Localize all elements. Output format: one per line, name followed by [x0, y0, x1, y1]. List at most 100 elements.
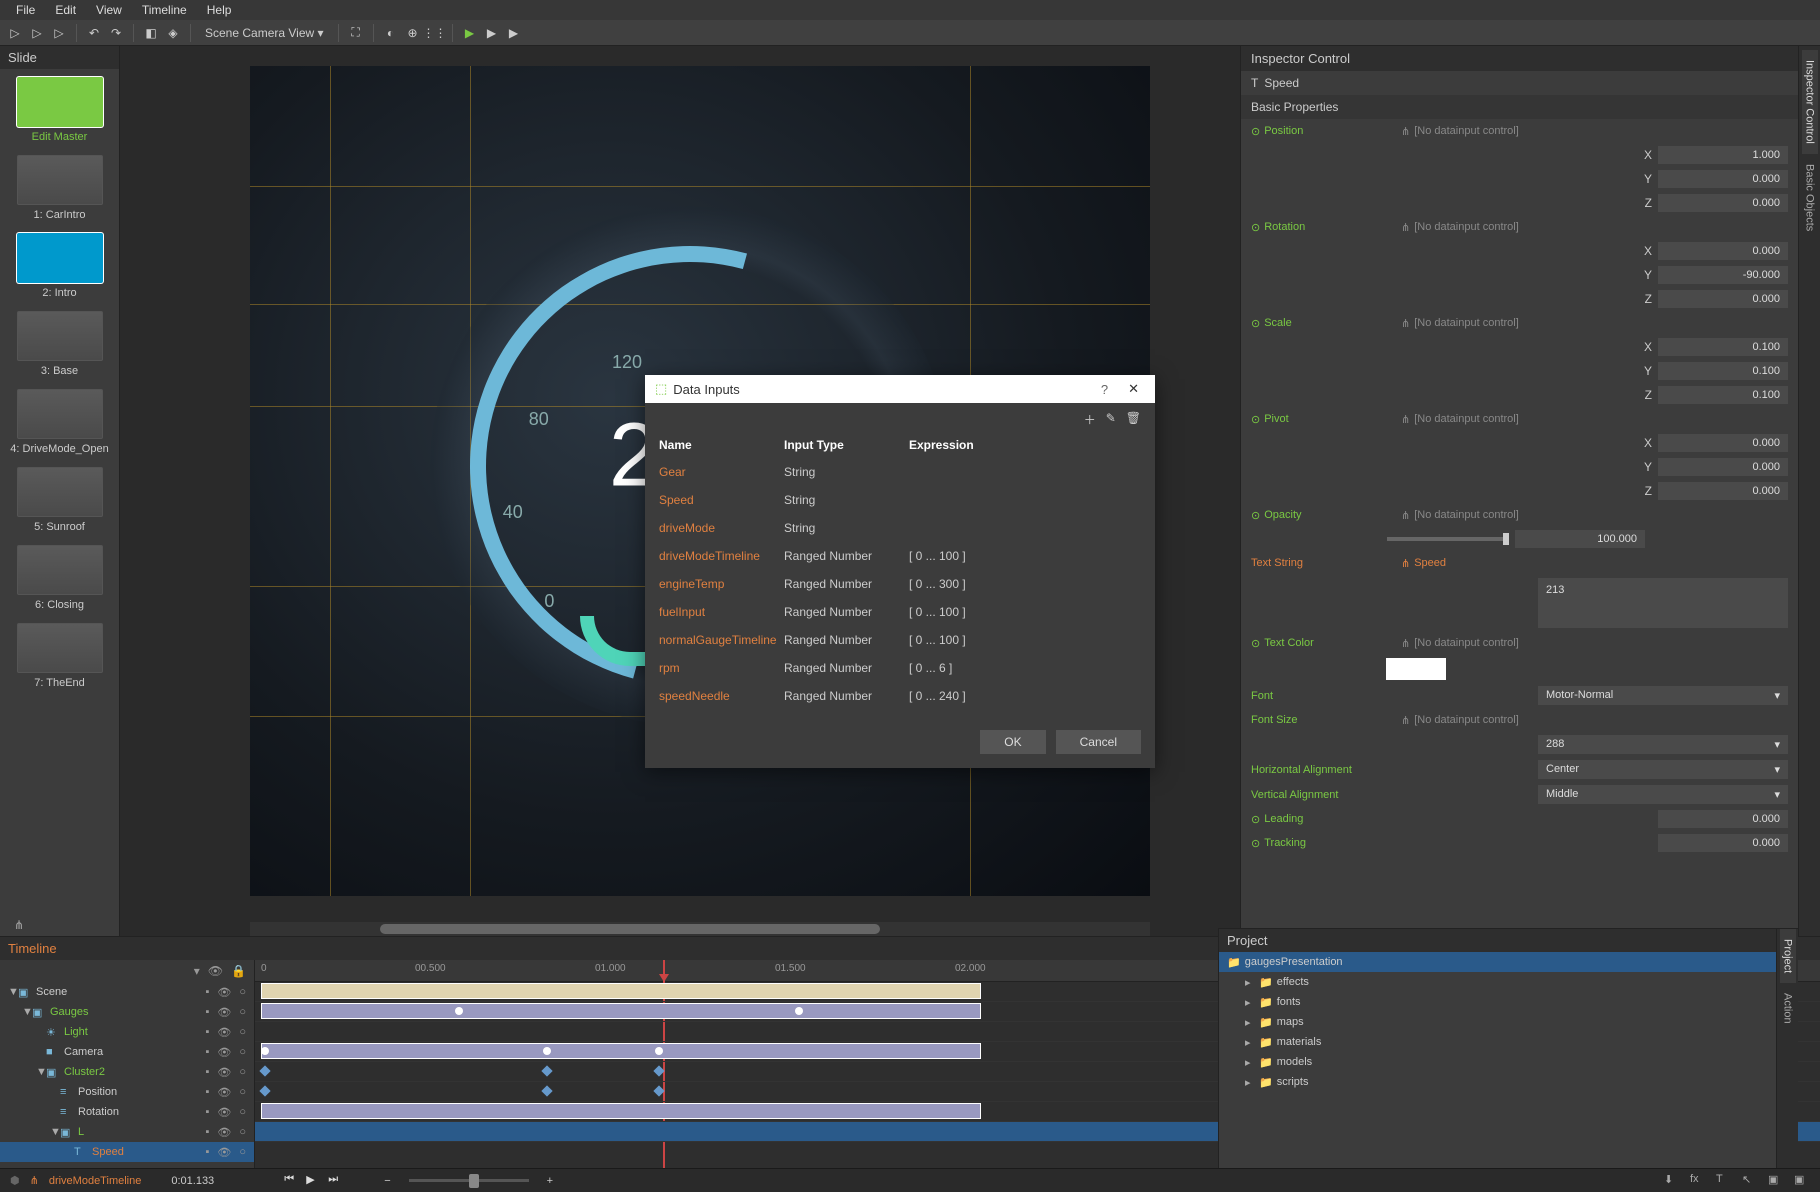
leading-input[interactable]: 0.000 [1658, 810, 1788, 828]
grid-icon[interactable]: ⋮⋮ [426, 24, 444, 42]
lock-icon[interactable]: ○ [239, 1146, 246, 1159]
opacity-slider[interactable] [1387, 537, 1507, 541]
project-folder-fonts[interactable]: ▸📁fonts [1219, 992, 1776, 1012]
slide-item-6[interactable]: 6: Closing [0, 537, 119, 615]
datainput-link[interactable]: ⋔ [No datainput control] [1401, 413, 1581, 426]
play-icon[interactable]: ▶ [306, 1173, 322, 1189]
caret-icon[interactable]: ▼ [22, 1006, 32, 1018]
caret-icon[interactable]: ▼ [50, 1126, 60, 1138]
pivot-y-input[interactable]: 0.000 [1658, 458, 1788, 476]
keyframe[interactable] [795, 1007, 803, 1015]
download-icon[interactable]: ⬇ [1664, 1173, 1680, 1189]
scale-y-input[interactable]: 0.100 [1658, 362, 1788, 380]
delete-icon[interactable]: 🗑 [1126, 411, 1141, 428]
slide-item-2[interactable]: 2: Intro [0, 225, 119, 303]
datainput-link[interactable]: ⋔ [No datainput control] [1401, 637, 1581, 650]
slide-item-7[interactable]: 7: TheEnd [0, 615, 119, 693]
keyframe[interactable] [259, 1085, 270, 1096]
pivot-x-input[interactable]: 0.000 [1658, 434, 1788, 452]
warning-icon[interactable]: ▣ [1794, 1173, 1810, 1189]
keyframe[interactable] [259, 1065, 270, 1076]
project-folder-materials[interactable]: ▸📁materials [1219, 1032, 1776, 1052]
shy-icon[interactable]: ▪ [205, 1006, 209, 1019]
eye-icon[interactable]: 👁 [217, 1066, 231, 1079]
datainput-icon[interactable]: ⋔ [30, 1174, 39, 1187]
position-x-input[interactable]: 1.000 [1658, 146, 1788, 164]
help-icon[interactable]: ? [1093, 382, 1116, 397]
menu-timeline[interactable]: Timeline [132, 3, 197, 17]
datainput-row-rpm[interactable]: rpmRanged Number[ 0 ... 6 ] [659, 654, 1141, 682]
cursor-icon[interactable]: ↖ [1742, 1173, 1758, 1189]
eye-icon[interactable]: 👁 [217, 1086, 231, 1099]
shy-icon[interactable]: ▪ [205, 1106, 209, 1119]
project-folder-maps[interactable]: ▸📁maps [1219, 1012, 1776, 1032]
menu-edit[interactable]: Edit [45, 3, 86, 17]
tree-row-scene[interactable]: ▼▣Scene▪👁○ [0, 982, 254, 1002]
lock-icon[interactable]: ○ [239, 1046, 246, 1059]
timeline-clip[interactable] [261, 983, 981, 999]
halign-select[interactable]: Center▾ [1538, 760, 1788, 779]
rotation-y-input[interactable]: -90.000 [1658, 266, 1788, 284]
datainput-row-normalGaugeTimeline[interactable]: normalGaugeTimelineRanged Number[ 0 ... … [659, 626, 1141, 654]
shy-icon[interactable]: ▪ [205, 1066, 209, 1079]
eye-icon[interactable]: 👁 [217, 1106, 231, 1119]
datainput-link[interactable]: ⋔ [No datainput control] [1401, 714, 1581, 727]
playfirst-icon[interactable]: ▷ [6, 24, 24, 42]
zoom-out-icon[interactable]: − [384, 1175, 390, 1187]
position-y-input[interactable]: 0.000 [1658, 170, 1788, 188]
rewind-icon[interactable]: ⏮ [284, 1173, 300, 1189]
fx-icon[interactable]: fx [1690, 1173, 1706, 1189]
datainput-row-driveModeTimeline[interactable]: driveModeTimelineRanged Number[ 0 ... 10… [659, 542, 1141, 570]
valign-select[interactable]: Middle▾ [1538, 785, 1788, 804]
datainput-link-active[interactable]: ⋔ Speed [1401, 557, 1581, 570]
close-icon[interactable]: ✕ [1122, 381, 1145, 397]
zoom-knob[interactable] [469, 1174, 479, 1188]
redo-icon[interactable]: ↷ [107, 24, 125, 42]
textstring-input[interactable]: 213 [1538, 578, 1788, 628]
eye-icon[interactable]: 👁 [217, 1046, 231, 1059]
caret-icon[interactable]: ▸ [1245, 1036, 1255, 1049]
keyframe[interactable] [541, 1085, 552, 1096]
shading-icon[interactable]: ◐ [382, 24, 400, 42]
statusbar-datainput[interactable]: driveModeTimeline [49, 1175, 142, 1187]
lock-icon[interactable]: ○ [239, 1026, 246, 1039]
datainput-row-Gear[interactable]: GearString [659, 458, 1141, 486]
datainput-row-Speed[interactable]: SpeedString [659, 486, 1141, 514]
project-folder-scripts[interactable]: ▸📁scripts [1219, 1072, 1776, 1092]
textcolor-swatch[interactable] [1386, 658, 1446, 680]
add-icon[interactable]: ＋ [1084, 411, 1096, 428]
slide-item-5[interactable]: 5: Sunroof [0, 459, 119, 537]
eye-icon[interactable]: 👁 [217, 1146, 231, 1159]
slide-item-4[interactable]: 4: DriveMode_Open [0, 381, 119, 459]
play-icon[interactable]: ▷ [28, 24, 46, 42]
timeline-clip[interactable] [261, 1003, 981, 1019]
menu-file[interactable]: File [6, 3, 45, 17]
shy-icon[interactable]: ▪ [205, 1046, 209, 1059]
project-folder-models[interactable]: ▸📁models [1219, 1052, 1776, 1072]
rotation-x-input[interactable]: 0.000 [1658, 242, 1788, 260]
tree-row-gauges[interactable]: ▼▣Gauges▪👁○ [0, 1002, 254, 1022]
keyframe[interactable] [455, 1007, 463, 1015]
eye-icon[interactable]: 👁 [217, 986, 231, 999]
timeline-clip[interactable] [261, 1043, 981, 1059]
undo-icon[interactable]: ↶ [85, 24, 103, 42]
tab-project[interactable]: Project [1780, 929, 1796, 983]
timeline-clip[interactable] [261, 1103, 981, 1119]
pivot-z-input[interactable]: 0.000 [1658, 482, 1788, 500]
shy-icon[interactable]: ▪ [205, 986, 209, 999]
scale-z-input[interactable]: 0.100 [1658, 386, 1788, 404]
wireframe-icon[interactable]: ⊕ [404, 24, 422, 42]
rotation-z-input[interactable]: 0.000 [1658, 290, 1788, 308]
shy-icon[interactable]: ▪ [205, 1086, 209, 1099]
keyframe[interactable] [653, 1065, 664, 1076]
caret-icon[interactable]: ▼ [8, 986, 18, 998]
tree-row-speed[interactable]: TSpeed▪👁○ [0, 1142, 254, 1162]
fontsize-select[interactable]: 288▾ [1538, 735, 1788, 754]
eye-icon[interactable]: 👁 [208, 964, 223, 978]
filter-icon[interactable]: ▾ [194, 964, 200, 978]
font-select[interactable]: Motor-Normal▾ [1538, 686, 1788, 705]
opacity-input[interactable]: 100.000 [1515, 530, 1645, 548]
keyframe[interactable] [261, 1047, 269, 1055]
lock-icon[interactable]: ○ [239, 1106, 246, 1119]
text-icon[interactable]: T [1716, 1173, 1732, 1189]
